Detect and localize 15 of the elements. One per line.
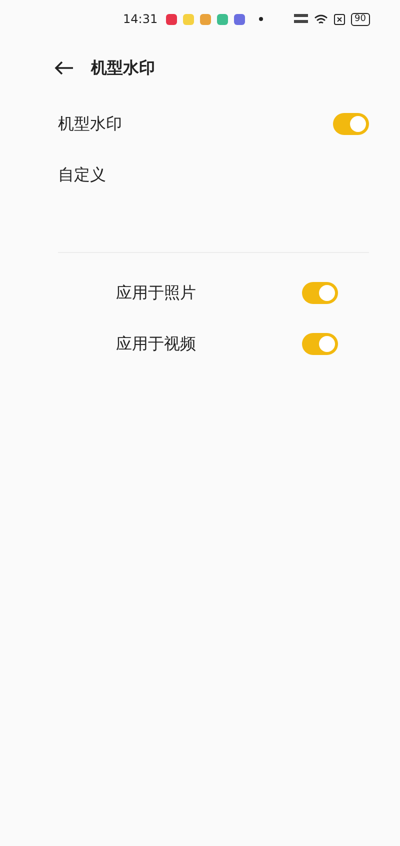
toggle-switch[interactable] xyxy=(302,332,338,354)
setting-label: 应用于视频 xyxy=(116,332,196,354)
no-sim-icon xyxy=(334,14,345,24)
battery-indicator: 90 xyxy=(350,12,370,26)
back-arrow-icon[interactable] xyxy=(54,60,74,76)
page-title: 机型水印 xyxy=(91,57,155,79)
status-time: 14:31 xyxy=(123,11,158,28)
setting-label: 应用于照片 xyxy=(116,282,196,304)
network-icon xyxy=(294,13,308,25)
toggle-switch[interactable] xyxy=(302,282,338,304)
setting-label: 自定义 xyxy=(58,164,106,186)
toggle-switch[interactable] xyxy=(333,112,369,134)
setting-label: 机型水印 xyxy=(58,112,122,134)
wifi-icon xyxy=(314,14,328,24)
settings-link-row[interactable]: 自定义 xyxy=(58,149,369,200)
